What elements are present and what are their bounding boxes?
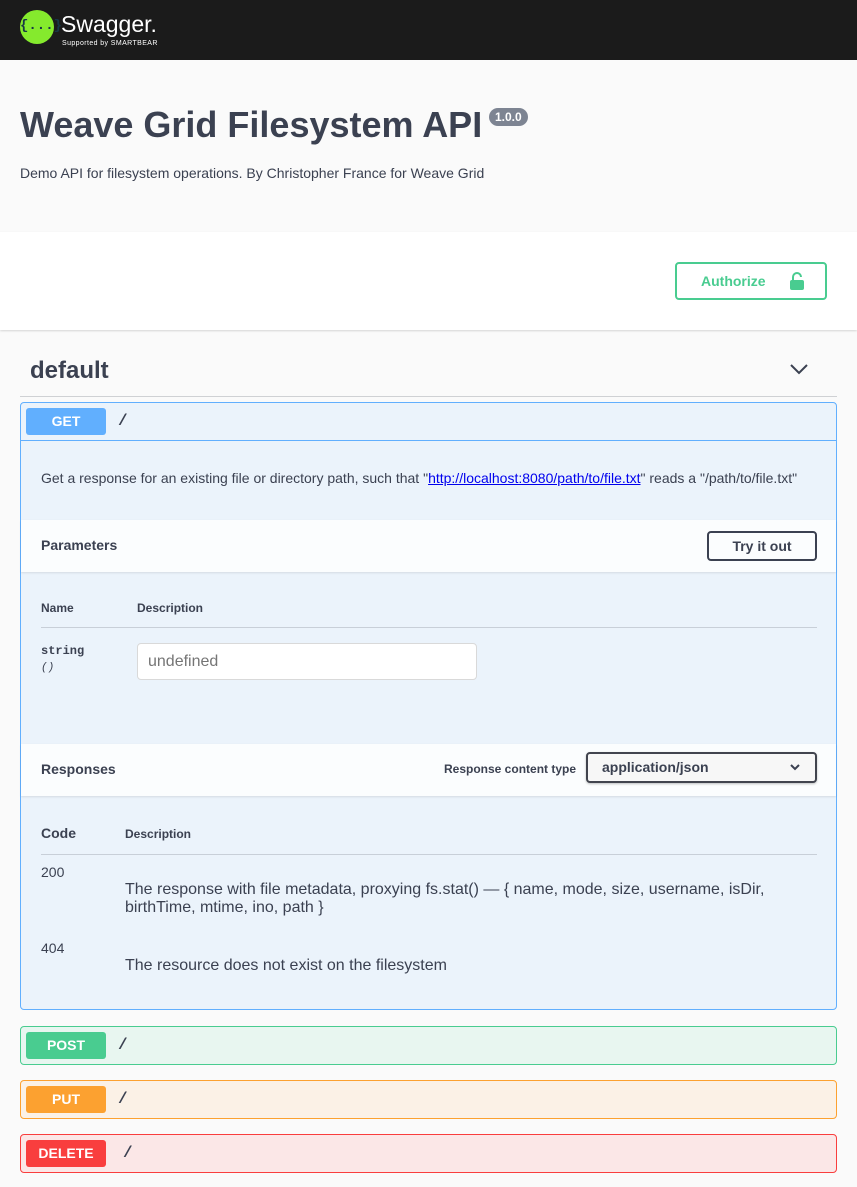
method-badge-delete: DELETE [26,1140,106,1167]
param-col-name: Name [41,601,74,615]
content-type-label: Response content type [444,762,577,776]
opblock-get: GET / Get a response for an existing fil… [20,402,837,1010]
version-badge: 1.0.0 [489,108,528,126]
opblock-delete[interactable]: DELETE / [20,1134,837,1173]
lock-icon [790,272,804,290]
chevron-down-icon [790,764,800,771]
param-input[interactable] [137,643,477,680]
method-badge-put: PUT [26,1086,106,1113]
get-description: Get a response for an existing file or d… [41,470,797,486]
response-description: The resource does not exist on the files… [125,957,447,974]
brand-name[interactable]: Swagger. [61,11,157,38]
response-col-code: Code [41,825,76,841]
response-col-description: Description [125,827,192,841]
response-code: 404 [41,940,65,956]
param-type: string [41,644,85,658]
post-path: / [118,1036,128,1054]
top-bar: {...} Swagger. Supported by SMARTBEAR [0,0,857,60]
chevron-down-icon[interactable] [788,362,810,376]
content-type-value: application/json [602,759,709,775]
scheme-container: Authorize [0,232,857,330]
authorize-button[interactable]: Authorize [675,262,827,300]
desc-text-post: " reads a "/path/to/file.txt" [640,470,798,486]
content-type-select[interactable]: application/json [586,752,817,783]
tag-divider [20,396,837,397]
brand-tagline: Supported by SMARTBEAR [62,40,158,47]
opblock-put[interactable]: PUT / [20,1080,837,1119]
api-title: Weave Grid Filesystem API [20,104,483,145]
param-location: () [41,662,55,674]
parameters-header: Parameters Try it out [21,520,836,572]
get-summary[interactable]: GET / [21,403,836,441]
desc-text-pre: Get a response for an existing file or d… [41,470,429,486]
method-badge-get: GET [26,408,106,435]
method-badge-post: POST [26,1032,106,1059]
delete-path: / [123,1144,133,1162]
response-description: The response with file metadata, proxyin… [125,881,765,916]
example-url-link[interactable]: http://localhost:8080/path/to/file.txt [428,470,640,486]
responses-header: Responses Response content type applicat… [21,744,836,796]
opblock-post[interactable]: POST / [20,1026,837,1065]
swagger-logo-icon[interactable]: {...} [20,10,63,44]
authorize-label: Authorize [701,273,766,289]
put-path: / [118,1090,128,1108]
responses-title: Responses [41,761,116,777]
api-description: Demo API for filesystem operations. By C… [20,165,485,181]
logo-glyph: {...} [20,18,63,34]
api-info: Weave Grid Filesystem API 1.0.0 Demo API… [0,60,857,232]
parameters-title: Parameters [41,537,118,553]
get-path: / [118,412,128,430]
try-it-out-button[interactable]: Try it out [707,531,817,561]
tag-title[interactable]: default [30,357,109,385]
param-col-description: Description [137,601,204,615]
param-divider [41,627,817,628]
response-code: 200 [41,864,65,880]
response-divider [41,854,817,855]
